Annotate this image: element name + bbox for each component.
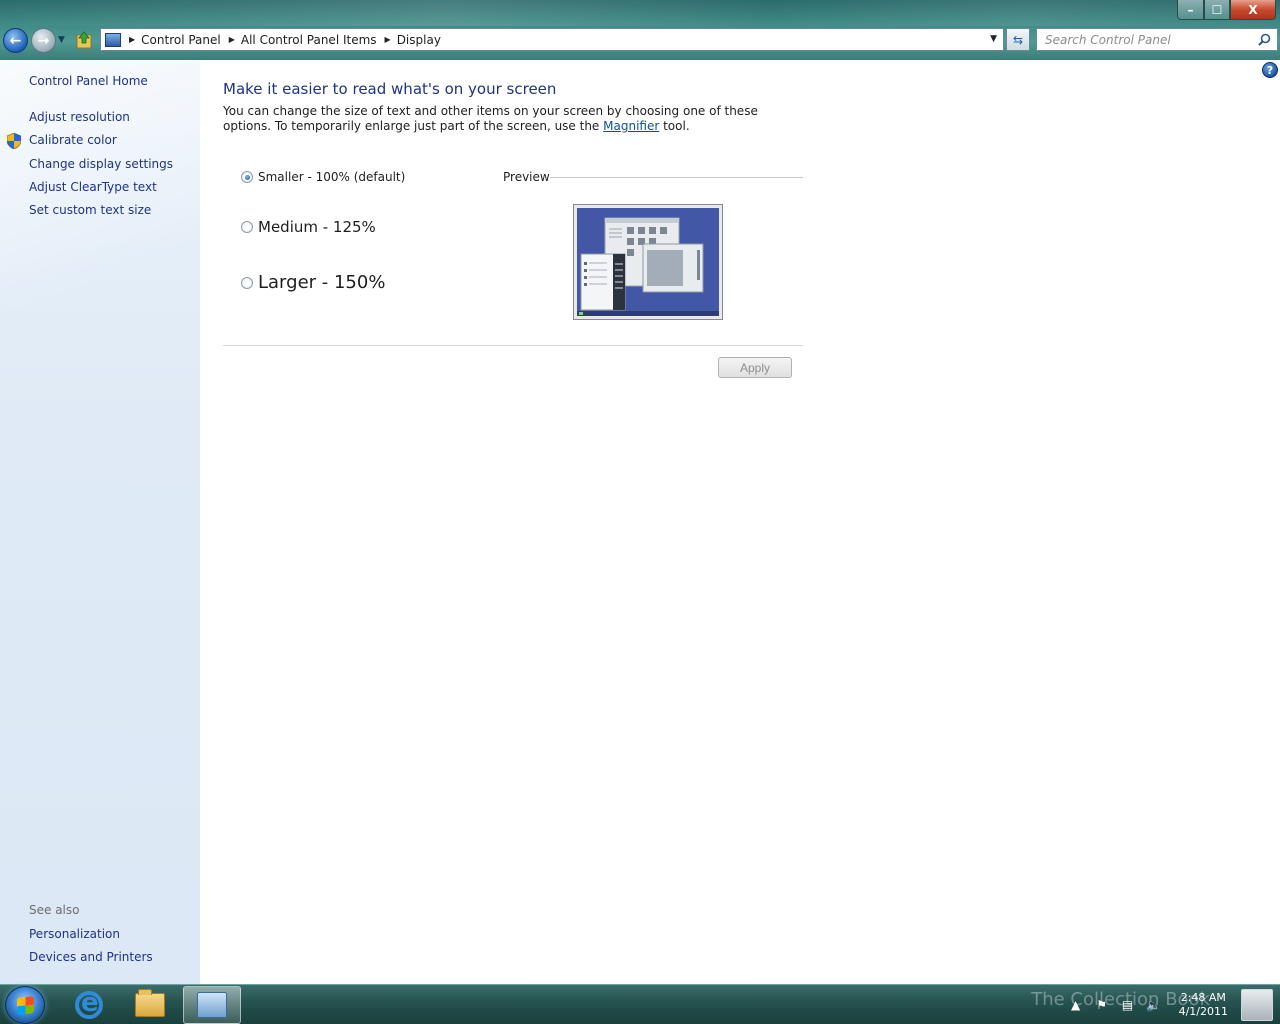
folder-icon <box>135 989 165 1017</box>
search-icon[interactable] <box>1258 33 1271 46</box>
option-medium[interactable]: Medium - 125% <box>241 218 376 236</box>
clock-time: 2:48 AM <box>1180 991 1226 1004</box>
user-icon <box>1241 989 1273 1021</box>
see-also-personalization[interactable]: Personalization <box>29 927 120 941</box>
radio-smaller[interactable] <box>241 171 253 183</box>
option-larger[interactable]: Larger - 150% <box>241 272 385 293</box>
minimize-button[interactable]: – <box>1177 0 1204 20</box>
sidebar: Control Panel Home Adjust resolution Cal… <box>0 60 200 984</box>
breadcrumb-separator-icon[interactable]: ▶ <box>385 35 391 44</box>
volume-icon[interactable]: 🔈 <box>1146 998 1161 1012</box>
control-panel-window-icon <box>197 992 227 1018</box>
breadcrumb-all-items[interactable]: All Control Panel Items <box>241 33 377 47</box>
option-smaller-label: Smaller - 100% (default) <box>258 170 406 184</box>
arrow-left-icon: ← <box>9 32 22 49</box>
see-also-heading: See also <box>29 903 80 917</box>
chevron-down-icon[interactable]: ▼ <box>990 34 997 44</box>
sidebar-item-adjust-cleartype[interactable]: Adjust ClearType text <box>29 180 157 194</box>
page-description: You can change the size of text and othe… <box>223 104 783 134</box>
option-larger-label: Larger - 150% <box>258 272 386 293</box>
up-folder-icon[interactable] <box>76 31 92 49</box>
sidebar-item-custom-text-size[interactable]: Set custom text size <box>29 203 151 217</box>
taskbar-control-panel[interactable] <box>183 986 241 1024</box>
page-title: Make it easier to read what's on your sc… <box>223 80 557 98</box>
chevron-down-icon: ▼ <box>58 35 65 45</box>
refresh-button[interactable]: ⇆ <box>1006 28 1030 51</box>
preview-image <box>573 204 723 320</box>
sidebar-item-control-panel-home[interactable]: Control Panel Home <box>29 74 148 88</box>
section-divider <box>223 345 803 346</box>
help-button[interactable]: ? <box>1262 62 1278 78</box>
breadcrumb-control-panel[interactable]: Control Panel <box>141 33 221 47</box>
back-button[interactable]: ← <box>3 28 28 53</box>
apply-button[interactable]: Apply <box>718 357 792 378</box>
taskbar: The Collection Book ▲ ⚑ ▤ 🔈 2:48 AM 4/1/… <box>0 984 1280 1024</box>
sidebar-item-change-display-settings[interactable]: Change display settings <box>29 157 173 171</box>
internet-explorer-icon <box>75 988 103 1019</box>
show-hidden-icons-icon[interactable]: ▲ <box>1069 998 1083 1012</box>
magnifier-link[interactable]: Magnifier <box>603 119 659 133</box>
refresh-icon: ⇆ <box>1012 32 1024 47</box>
start-button[interactable] <box>5 986 45 1024</box>
radio-larger[interactable] <box>241 276 253 289</box>
desktop-preview-icon <box>577 208 719 316</box>
control-panel-icon <box>105 32 121 47</box>
forward-button[interactable]: → <box>31 28 56 53</box>
taskbar-explorer[interactable] <box>121 986 179 1024</box>
restore-button[interactable]: ☐ <box>1204 0 1230 20</box>
clock-date: 4/1/2011 <box>1178 1005 1228 1018</box>
network-icon[interactable]: ▤ <box>1121 998 1135 1012</box>
taskbar-internet-explorer[interactable] <box>60 986 118 1024</box>
option-smaller[interactable]: Smaller - 100% (default) <box>241 170 405 184</box>
radio-medium[interactable] <box>241 221 253 233</box>
description-text-end: tool. <box>659 119 690 133</box>
breadcrumb-separator-icon[interactable]: ▶ <box>129 35 135 44</box>
breadcrumb-display[interactable]: Display <box>397 33 441 47</box>
sidebar-item-adjust-resolution[interactable]: Adjust resolution <box>29 110 130 124</box>
search-placeholder: Search Control Panel <box>1045 32 1171 47</box>
system-tray: ▲ ⚑ ▤ 🔈 2:48 AM 4/1/2011 <box>1069 985 1228 1024</box>
main-content: ? Make it easier to read what's on your … <box>200 60 1280 984</box>
option-medium-label: Medium - 125% <box>258 218 376 236</box>
preview-divider <box>550 177 803 178</box>
user-tile[interactable] <box>1234 985 1280 1024</box>
window-controls: – ☐ X <box>1177 0 1276 20</box>
help-icon: ? <box>1266 63 1274 77</box>
arrow-right-icon: → <box>37 32 50 49</box>
clock[interactable]: 2:48 AM 4/1/2011 <box>1179 991 1228 1019</box>
action-center-flag-icon[interactable]: ⚑ <box>1095 998 1109 1012</box>
sidebar-item-calibrate-color[interactable]: Calibrate color <box>29 133 117 147</box>
preview-heading: Preview <box>503 170 550 184</box>
search-input[interactable]: Search Control Panel <box>1036 28 1278 51</box>
uac-shield-icon <box>7 133 21 149</box>
address-bar[interactable]: ▶ Control Panel ▶ All Control Panel Item… <box>100 28 1004 51</box>
see-also-devices-printers[interactable]: Devices and Printers <box>29 950 153 964</box>
recent-pages-button[interactable]: ▼ <box>58 35 65 45</box>
breadcrumb-separator-icon[interactable]: ▶ <box>229 35 235 44</box>
close-button[interactable]: X <box>1230 0 1276 20</box>
